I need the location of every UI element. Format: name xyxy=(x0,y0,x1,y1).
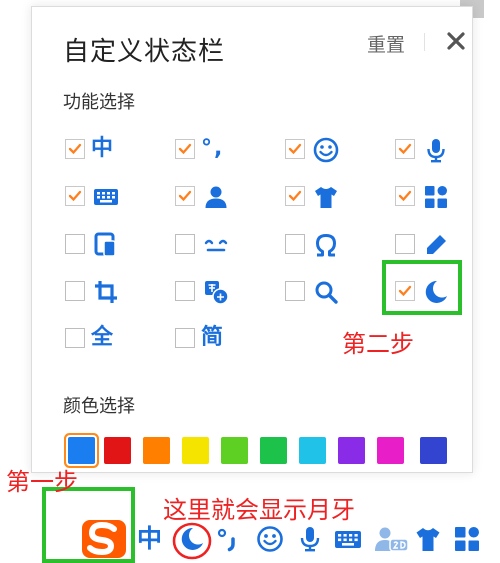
header-divider xyxy=(424,33,425,51)
step1-label: 第一步 xyxy=(6,468,78,496)
option-apps[interactable] xyxy=(395,180,485,212)
quan-text: 全 xyxy=(91,325,114,350)
option-search[interactable] xyxy=(285,275,375,307)
tshirt-icon xyxy=(312,183,340,211)
status-microphone-icon[interactable] xyxy=(295,524,325,554)
color-swatch-lime[interactable] xyxy=(221,437,248,464)
microphone-icon xyxy=(422,136,450,164)
checkbox[interactable] xyxy=(65,234,85,254)
status-punctuation-icon[interactable] xyxy=(213,524,243,554)
option-face[interactable] xyxy=(175,228,265,260)
color-section-label: 颜色选择 xyxy=(63,396,135,417)
face-icon xyxy=(202,231,230,259)
status-tshirt-icon[interactable] xyxy=(413,524,443,554)
checkbox[interactable] xyxy=(175,234,195,254)
checkbox[interactable] xyxy=(285,281,305,301)
close-icon[interactable] xyxy=(444,25,468,55)
option-special-symbol[interactable] xyxy=(285,228,375,260)
checkbox[interactable] xyxy=(175,328,195,348)
keyboard-icon xyxy=(92,183,120,211)
translate-icon xyxy=(202,278,230,306)
pencil-icon xyxy=(422,231,450,259)
checkbox[interactable] xyxy=(65,186,85,206)
option-zhong[interactable]: 中 xyxy=(65,133,155,165)
checkbox[interactable] xyxy=(395,186,415,206)
status-emoji-icon[interactable] xyxy=(255,524,285,554)
option-microphone[interactable] xyxy=(395,133,485,165)
panel-title: 自定义状态栏 xyxy=(63,37,226,67)
color-swatch-red[interactable] xyxy=(104,437,131,464)
device-icon xyxy=(92,231,120,259)
status-user-icon[interactable] xyxy=(372,524,410,554)
reset-button[interactable]: 重置 xyxy=(367,30,405,57)
omega-icon xyxy=(312,231,340,259)
checkbox[interactable] xyxy=(175,186,195,206)
function-section-label: 功能选择 xyxy=(63,92,135,113)
option-skin[interactable] xyxy=(285,180,375,212)
color-swatch-cyan[interactable] xyxy=(299,437,326,464)
option-translate[interactable] xyxy=(175,275,265,307)
option-full-width[interactable]: 全 xyxy=(65,322,155,354)
color-swatch-purple[interactable] xyxy=(338,437,365,464)
option-user[interactable] xyxy=(175,180,265,212)
option-punctuation[interactable]: °, xyxy=(175,133,265,165)
step2-label: 第二步 xyxy=(342,330,414,358)
status-keyboard-icon[interactable] xyxy=(333,524,363,554)
user-icon xyxy=(202,183,230,211)
color-swatch-green[interactable] xyxy=(260,437,287,464)
jian-text: 简 xyxy=(201,325,224,350)
search-icon xyxy=(312,278,340,306)
checkbox[interactable] xyxy=(175,281,195,301)
punctuation-icon: °, xyxy=(201,136,225,161)
checkbox[interactable] xyxy=(65,328,85,348)
option-handwriting[interactable] xyxy=(395,228,485,260)
emoji-icon xyxy=(312,136,340,164)
color-swatch-indigo[interactable] xyxy=(420,437,447,464)
checkbox[interactable] xyxy=(285,234,305,254)
crop-icon xyxy=(92,278,120,306)
color-swatch-orange[interactable] xyxy=(143,437,170,464)
color-swatch-magenta[interactable] xyxy=(377,437,404,464)
option-simplified[interactable]: 简 xyxy=(175,322,265,354)
step1-highlight-box xyxy=(42,487,135,563)
status-zhong-text[interactable]: 中 xyxy=(137,523,162,555)
custom-statusbar-panel: 自定义状态栏 重置 功能选择 中 °, 全 简 颜色选择 xyxy=(31,6,473,473)
checkbox[interactable] xyxy=(65,139,85,159)
option-keyboard[interactable] xyxy=(65,180,155,212)
checkbox[interactable] xyxy=(175,139,195,159)
zhong-text: 中 xyxy=(91,136,114,161)
color-swatch-blue[interactable] xyxy=(68,437,95,464)
moon-highlight-circle xyxy=(172,522,212,560)
step2-highlight-box xyxy=(382,260,462,315)
checkbox[interactable] xyxy=(285,186,305,206)
color-swatch-yellow[interactable] xyxy=(182,437,209,464)
checkbox[interactable] xyxy=(395,234,415,254)
option-screenshot[interactable] xyxy=(65,275,155,307)
checkbox[interactable] xyxy=(285,139,305,159)
checkbox[interactable] xyxy=(65,281,85,301)
apps-grid-icon xyxy=(422,183,450,211)
checkbox[interactable] xyxy=(395,139,415,159)
option-emoji[interactable] xyxy=(285,133,375,165)
status-apps-grid-icon[interactable] xyxy=(452,524,482,554)
option-device[interactable] xyxy=(65,228,155,260)
